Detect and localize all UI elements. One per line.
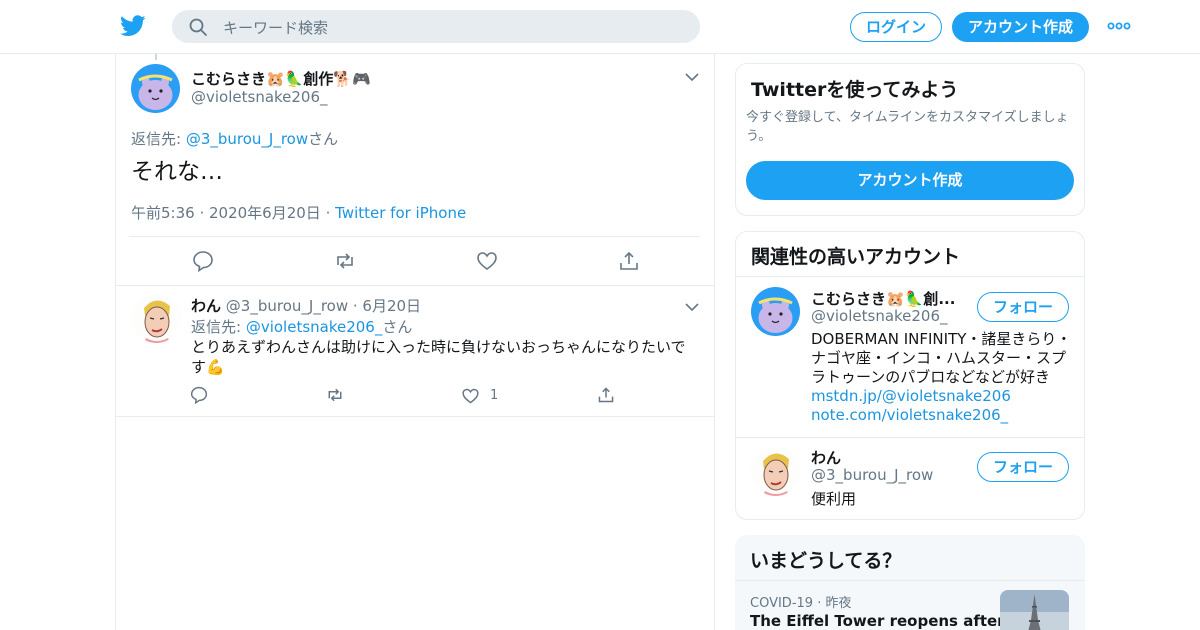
more-icon[interactable] <box>1107 19 1131 33</box>
reply-icon[interactable] <box>192 250 214 272</box>
avatar[interactable] <box>751 447 800 496</box>
account-name[interactable]: わん <box>811 447 841 468</box>
top-bar: キーワード検索 ログイン アカウント作成 <box>0 0 1200 54</box>
chevron-down-icon[interactable] <box>685 72 699 82</box>
reply-mention-link[interactable]: @3_burou_J_row <box>186 130 308 148</box>
search-box[interactable]: キーワード検索 <box>172 10 700 43</box>
bio-link[interactable]: note.com/violetsnake206_ <box>811 406 1008 424</box>
display-name[interactable]: こむらさき🐹🦜創作🐕🎮 <box>191 68 371 89</box>
avatar[interactable] <box>132 294 181 343</box>
search-placeholder: キーワード検索 <box>223 19 329 37</box>
signup-card: Twitterを使ってみよう 今すぐ登録して、タイムラインをカスタマイズしましょ… <box>735 63 1085 216</box>
avatar[interactable] <box>751 287 800 336</box>
tweet-meta: 午前5:36 · 2020年6月20日 · Twitter for iPhone <box>131 204 467 222</box>
reply-tweet-header: わん @3_burou_J_row · 6月20日 <box>191 297 422 315</box>
tweet-text: それな… <box>131 159 223 185</box>
follow-button[interactable]: フォロー <box>977 292 1069 322</box>
twitter-bird-icon[interactable] <box>120 14 146 38</box>
signup-card-button[interactable]: アカウント作成 <box>746 161 1074 200</box>
reply-icon[interactable] <box>190 386 208 404</box>
tweet-time[interactable]: 午前5:36 <box>131 204 195 222</box>
divider <box>116 285 714 286</box>
like-icon[interactable] <box>461 387 480 405</box>
thread-connector <box>155 54 157 60</box>
related-title: 関連性の高いアカウント <box>751 246 961 268</box>
like-count: 1 <box>490 388 499 403</box>
tweet-source-link[interactable]: Twitter for iPhone <box>335 204 466 222</box>
bio-link[interactable]: mstdn.jp/@violetsnake206 <box>811 387 1011 405</box>
trends-card: いまどうしてる？ COVID-19 · 昨夜 The Eiffel Tower … <box>735 535 1085 630</box>
share-icon[interactable] <box>618 250 640 272</box>
like-icon[interactable] <box>476 250 498 272</box>
user-handle[interactable]: @violetsnake206_ <box>191 88 328 106</box>
display-name[interactable]: わん <box>191 297 221 315</box>
signup-button[interactable]: アカウント作成 <box>952 12 1089 42</box>
account-handle[interactable]: @3_burou_J_row <box>811 466 933 484</box>
reply-mention-link[interactable]: @violetsnake206_ <box>246 318 383 336</box>
divider <box>736 276 1084 277</box>
retweet-icon[interactable] <box>334 250 356 272</box>
avatar[interactable] <box>131 64 180 113</box>
related-accounts-card: 関連性の高いアカウント こむらさき🐹🦜創... @violetsnake206_… <box>735 231 1085 520</box>
divider <box>735 580 1085 581</box>
reply-context: 返信先: @violetsnake206_さん <box>191 318 413 336</box>
share-icon[interactable] <box>597 386 615 404</box>
reply-context: 返信先: @3_burou_J_rowさん <box>131 130 339 148</box>
account-handle[interactable]: @violetsnake206_ <box>811 307 948 325</box>
trends-title: いまどうしてる？ <box>750 550 902 572</box>
divider <box>116 416 714 417</box>
signup-card-body: 今すぐ登録して、タイムラインをカスタマイズしましょう。 <box>746 110 1069 144</box>
login-button[interactable]: ログイン <box>850 12 942 42</box>
chevron-down-icon[interactable] <box>685 302 699 312</box>
timeline: こむらさき🐹🦜創作🐕🎮 @violetsnake206_ 返信先: @3_bur… <box>115 54 715 630</box>
search-icon <box>189 18 207 36</box>
divider <box>129 236 700 237</box>
trend-meta: COVID-19 · 昨夜 <box>750 596 852 611</box>
tweet-text: とりあえずわんさんは助けに入った時に負けないおっちゃんになりたいです💪 <box>191 338 686 376</box>
tweet-date[interactable]: 6月20日 <box>362 297 421 315</box>
user-handle[interactable]: @3_burou_J_row <box>226 297 348 315</box>
follow-button[interactable]: フォロー <box>977 452 1069 482</box>
account-bio: 便利用 <box>811 490 857 508</box>
signup-card-title: Twitterを使ってみよう <box>751 79 959 101</box>
trend-thumbnail[interactable] <box>1000 590 1069 630</box>
tweet-date[interactable]: 2020年6月20日 <box>209 204 321 222</box>
account-bio: DOBERMAN INFINITY・諸星きらり・ナゴヤ座・インコ・ハムスター・ス… <box>811 330 1072 424</box>
divider <box>736 437 1084 438</box>
retweet-icon[interactable] <box>325 386 345 404</box>
account-name[interactable]: こむらさき🐹🦜創... <box>811 288 955 309</box>
